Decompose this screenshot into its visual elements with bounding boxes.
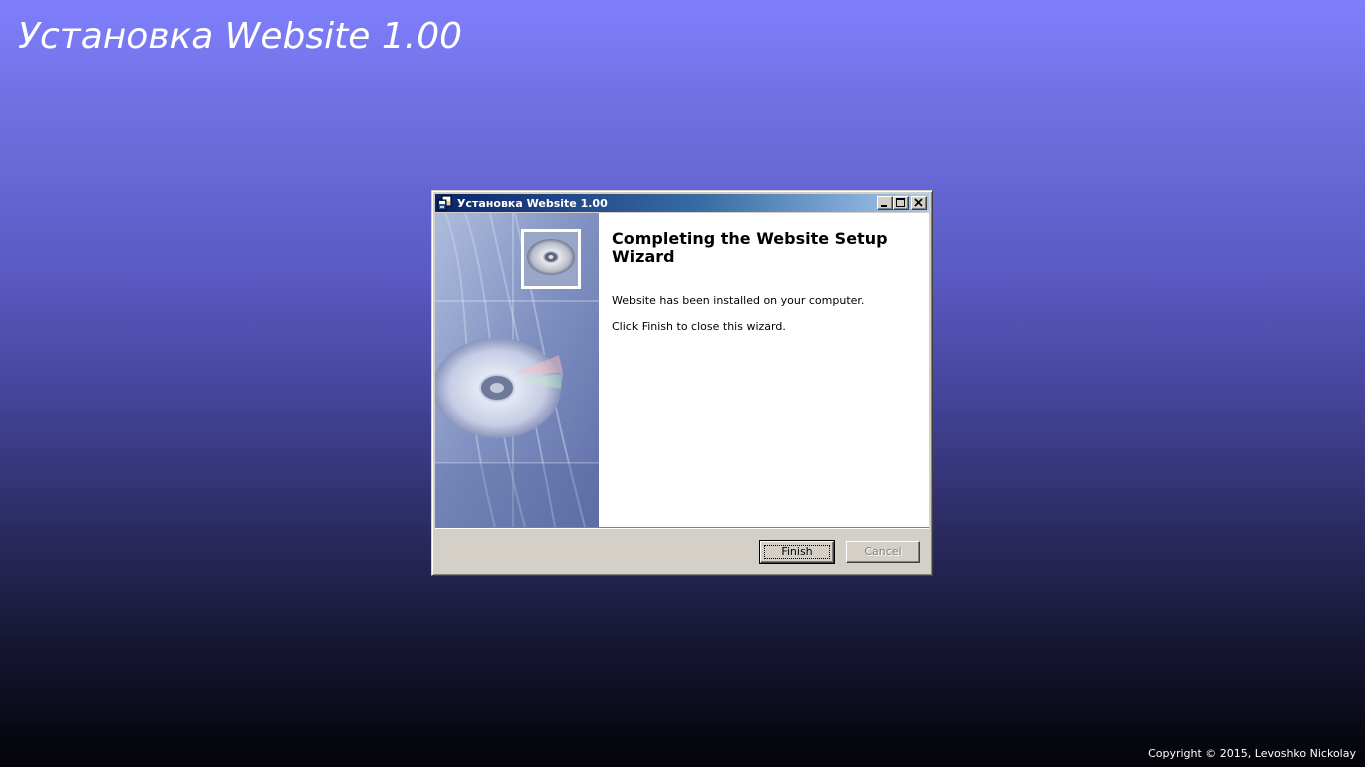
close-button[interactable] bbox=[911, 196, 927, 210]
installer-icon bbox=[437, 195, 453, 211]
window-titlebar[interactable]: Установка Website 1.00 bbox=[435, 194, 929, 212]
maximize-button[interactable] bbox=[893, 196, 909, 210]
button-divider bbox=[435, 527, 929, 529]
window-controls bbox=[877, 196, 927, 210]
finish-button-label: Finish bbox=[781, 545, 813, 558]
setup-wizard-window: Установка Website 1.00 Completing the We… bbox=[431, 190, 933, 576]
finish-button[interactable]: Finish bbox=[759, 540, 835, 564]
cancel-button[interactable]: Cancel bbox=[846, 541, 920, 563]
cancel-button-label: Cancel bbox=[864, 545, 902, 558]
wizard-panel: Completing the Website Setup Wizard Webs… bbox=[435, 213, 929, 527]
finish-instruction-text: Click Finish to close this wizard. bbox=[612, 320, 786, 333]
window-title: Установка Website 1.00 bbox=[457, 196, 608, 210]
wizard-heading: Completing the Website Setup Wizard bbox=[612, 229, 888, 266]
desktop-title: Установка Website 1.00 bbox=[18, 16, 463, 57]
copyright-text: Copyright © 2015, Levoshko Nickolay bbox=[1148, 747, 1356, 760]
wizard-side-image bbox=[435, 213, 599, 527]
install-complete-text: Website has been installed on your compu… bbox=[612, 294, 865, 307]
minimize-button[interactable] bbox=[877, 196, 893, 210]
wizard-content: Completing the Website Setup Wizard Webs… bbox=[599, 213, 929, 527]
